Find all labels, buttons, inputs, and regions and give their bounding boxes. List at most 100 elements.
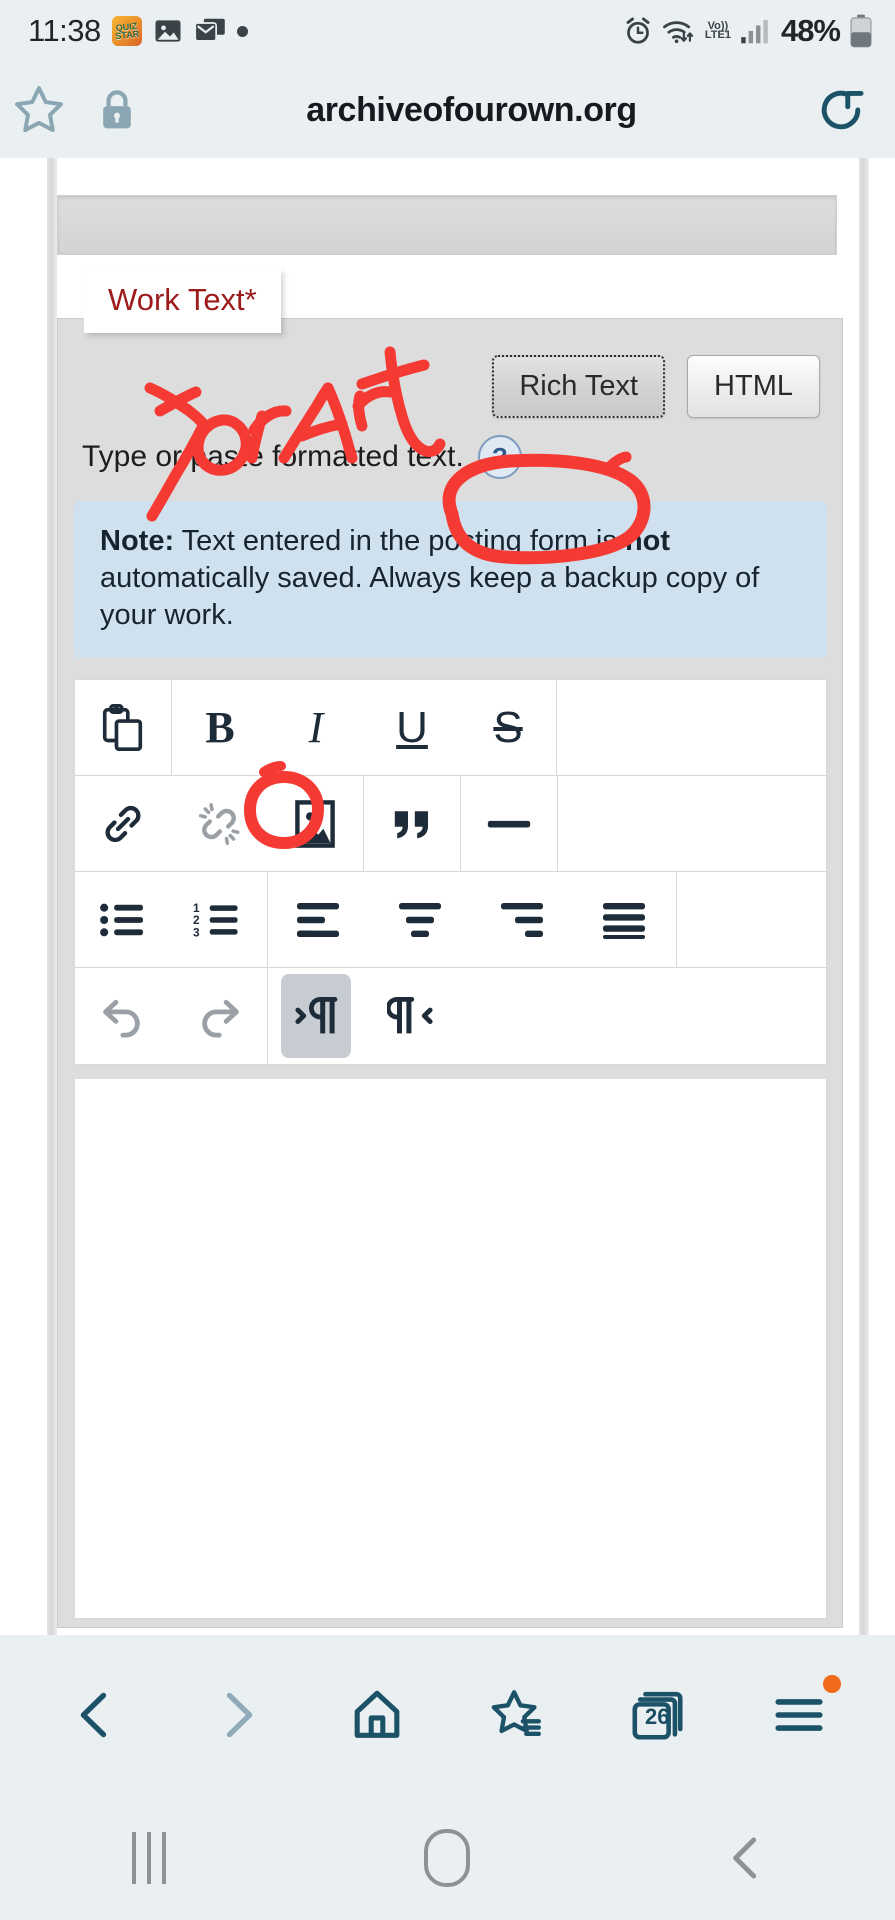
- image-icon[interactable]: [267, 777, 363, 871]
- align-right-icon[interactable]: [472, 873, 574, 967]
- ol-glyph: 1 2 3: [193, 900, 238, 939]
- align-center-glyph: [399, 902, 441, 937]
- chain-glyph: [105, 805, 141, 842]
- work-text-fieldset: Work Text* Rich Text HTML Type or paste …: [57, 269, 843, 1628]
- battery-icon: [850, 14, 872, 48]
- toolbar-group-direction: [268, 968, 826, 1064]
- ltr-glyph: [295, 997, 338, 1034]
- align-justify-icon[interactable]: [574, 873, 676, 967]
- lock-icon: [103, 90, 131, 129]
- browser-menu-button[interactable]: [751, 1667, 847, 1763]
- status-bar-left: 11:38 QUIZ STAR: [28, 13, 248, 49]
- rich-text-editor-body[interactable]: [74, 1079, 827, 1619]
- status-bar-clock: 11:38: [28, 13, 101, 48]
- italic-icon[interactable]: I: [268, 681, 364, 775]
- browser-url-bar: archiveofourown.org: [0, 62, 895, 158]
- bullet-list-icon[interactable]: [75, 873, 171, 967]
- work-text-legend: Work Text*: [84, 269, 281, 333]
- html-mode-button[interactable]: HTML: [687, 355, 820, 418]
- hamburger-menu-icon: [775, 1699, 823, 1731]
- text-direction-ltr-icon[interactable]: [268, 969, 364, 1063]
- rich-text-mode-button[interactable]: Rich Text: [492, 355, 666, 418]
- android-status-bar: 11:38 QUIZ STAR Vo)) LTE1 48%: [0, 0, 895, 62]
- align-center-icon[interactable]: [370, 873, 472, 967]
- browser-bookmarks-button[interactable]: [470, 1667, 566, 1763]
- note-tail: automatically saved. Always keep a backu…: [100, 562, 760, 632]
- browser-home-button[interactable]: [329, 1667, 425, 1763]
- wifi-transfer-icon: [662, 21, 694, 44]
- tab-count-label: 26: [645, 1704, 670, 1730]
- chevron-left-icon: [80, 1692, 107, 1738]
- bookmark-star-button[interactable]: [0, 82, 78, 138]
- star-icon: [15, 86, 63, 133]
- svg-text:3: 3: [193, 925, 200, 939]
- recents-button[interactable]: [89, 1813, 209, 1903]
- question-mark-icon[interactable]: ?: [477, 435, 522, 479]
- paste-icon[interactable]: [75, 681, 171, 775]
- web-page-viewport: Work Text* Rich Text HTML Type or paste …: [0, 158, 895, 1635]
- justify-glyph: [603, 902, 645, 939]
- back-chevron-icon: [732, 1837, 756, 1878]
- reload-button[interactable]: [787, 82, 895, 138]
- site-security-button[interactable]: [78, 87, 156, 133]
- redo-icon[interactable]: [171, 969, 267, 1063]
- underline-icon[interactable]: U: [364, 681, 460, 775]
- chevron-right-icon: [226, 1692, 253, 1738]
- preceding-form-field[interactable]: [57, 195, 837, 255]
- toolbar-group-empty-1: [557, 680, 826, 775]
- clipboard-glyph: [102, 703, 143, 751]
- browser-forward-button[interactable]: [189, 1667, 285, 1763]
- bold-icon[interactable]: B: [172, 681, 268, 775]
- toolbar-group-insert: [75, 776, 364, 871]
- horizontal-rule-icon[interactable]: [461, 777, 557, 871]
- rtl-glyph: [387, 997, 433, 1034]
- broken-chain-glyph: [198, 802, 240, 845]
- editor-hint-text: Type or paste formatted text.: [82, 440, 464, 473]
- toolbar-group-lists: 1 2 3: [75, 872, 268, 967]
- toolbar-group-rule: [461, 776, 558, 871]
- note-prefix: Note:: [100, 525, 175, 557]
- browser-bottom-bar: 26: [0, 1635, 895, 1795]
- dot-indicator: [236, 25, 248, 37]
- signal-bars-icon: [741, 19, 768, 44]
- strikethrough-icon[interactable]: S: [460, 681, 556, 775]
- redo-glyph: [202, 999, 239, 1038]
- editor-mode-toggle: Rich Text HTML: [492, 355, 820, 418]
- toolbar-group-alignment: [268, 872, 677, 967]
- home-pill-icon: [424, 1828, 471, 1887]
- home-icon: [354, 1690, 400, 1738]
- text-direction-rtl-icon[interactable]: [364, 969, 460, 1063]
- menu-notification-badge: [822, 1675, 841, 1693]
- align-right-glyph: [501, 902, 543, 937]
- status-bar-right: Vo)) LTE1 48%: [623, 13, 873, 49]
- undo-glyph: [103, 999, 140, 1038]
- toolbar-row-4: [75, 968, 826, 1064]
- blockquote-icon[interactable]: [364, 777, 460, 871]
- phone-screen: 11:38 QUIZ STAR Vo)) LTE1 48% archiveofo…: [0, 0, 895, 1920]
- rich-text-toolbar: B I U S 1 2 3: [74, 679, 827, 1065]
- gallery-icon: [155, 20, 181, 42]
- network-type-label: Vo)) LTE1: [704, 20, 731, 41]
- browser-tabs-button[interactable]: 26: [610, 1667, 706, 1763]
- page-left-rail: [47, 158, 57, 1635]
- numbered-list-icon[interactable]: 1 2 3: [171, 873, 267, 967]
- toolbar-group-clipboard: [75, 680, 172, 775]
- note-bold-word: not: [624, 525, 671, 557]
- android-back-button[interactable]: [686, 1813, 806, 1903]
- reload-icon: [821, 90, 864, 130]
- unlink-icon[interactable]: [171, 777, 267, 871]
- toolbar-row-1: B I U S: [75, 680, 826, 776]
- recents-icon: [132, 1831, 167, 1884]
- home-button[interactable]: [387, 1813, 507, 1903]
- toolbar-group-empty-3: [677, 872, 826, 967]
- toolbar-group-blockquote: [364, 776, 461, 871]
- toolbar-group-inline-style: B I U S: [172, 680, 557, 775]
- quote-glyph: [394, 810, 428, 838]
- align-left-icon[interactable]: [268, 873, 370, 967]
- browser-back-button[interactable]: [48, 1667, 144, 1763]
- toolbar-group-history: [75, 968, 268, 1064]
- url-text[interactable]: archiveofourown.org: [156, 91, 787, 130]
- undo-icon[interactable]: [75, 969, 171, 1063]
- link-icon[interactable]: [75, 777, 171, 871]
- toolbar-group-empty-2: [558, 776, 826, 871]
